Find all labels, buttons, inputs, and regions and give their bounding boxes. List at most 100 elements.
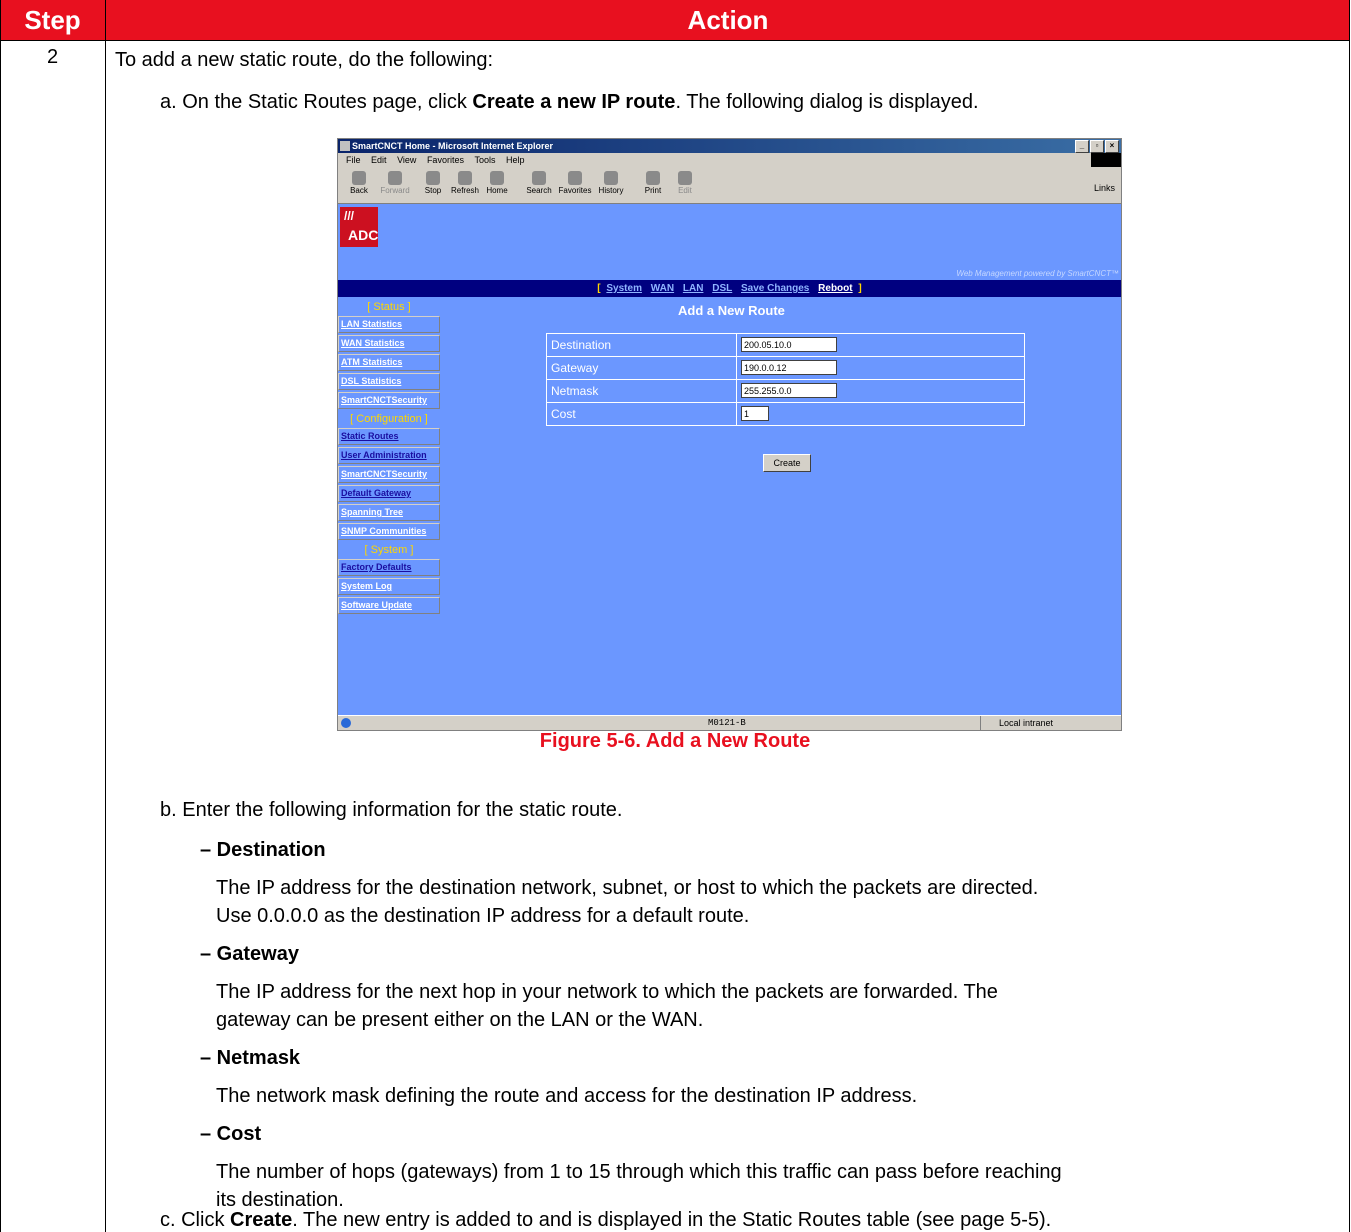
form-row-cost: Cost xyxy=(547,403,1024,425)
browser-title-bar: SmartCNCT Home - Microsoft Internet Expl… xyxy=(338,139,1121,153)
destination-desc-2: Use 0.0.0.0 as the destination IP addres… xyxy=(216,905,750,927)
sidebar-item-wan-statistics[interactable]: WAN Statistics xyxy=(338,335,440,352)
zone-indicator: Local intranet xyxy=(980,716,1121,730)
adc-logo: /// ADC xyxy=(340,207,378,247)
top-navbar: [ System WAN LAN DSL Save Changes Reboot… xyxy=(338,280,1121,297)
form-row-destination: Destination xyxy=(547,334,1024,357)
cost-input[interactable] xyxy=(741,406,769,421)
table-border-left xyxy=(0,0,1,1232)
refresh-icon xyxy=(458,171,472,185)
close-icon[interactable]: × xyxy=(1105,140,1119,153)
nav-wan[interactable]: WAN xyxy=(651,283,674,294)
search-icon xyxy=(532,171,546,185)
sidebar-item-user-administration[interactable]: User Administration xyxy=(338,447,440,464)
sidebar-item-system-log[interactable]: System Log xyxy=(338,578,440,595)
gateway-desc-1: The IP address for the next hop in your … xyxy=(216,981,998,1003)
powered-by: Web Management powered by SmartCNCT™ xyxy=(956,269,1119,278)
gateway-input[interactable] xyxy=(741,360,837,375)
back-icon xyxy=(352,171,366,185)
back-button[interactable]: Back xyxy=(342,169,376,195)
sidebar-item-factory-defaults[interactable]: Factory Defaults xyxy=(338,559,440,576)
step-b: b. Enter the following information for t… xyxy=(160,799,623,821)
search-button[interactable]: Search xyxy=(522,169,556,195)
step-a-bold: Create a new IP route xyxy=(472,91,676,113)
nav-dsl[interactable]: DSL xyxy=(712,283,732,294)
header-action: Action xyxy=(106,0,1350,40)
menu-favorites[interactable]: Favorites xyxy=(427,155,464,165)
nav-lan[interactable]: LAN xyxy=(683,283,704,294)
forward-icon xyxy=(388,171,402,185)
embedded-screenshot: SmartCNCT Home - Microsoft Internet Expl… xyxy=(337,138,1122,731)
sidebar-item-default-gateway[interactable]: Default Gateway xyxy=(338,485,440,502)
sidebar-item-lan-statistics[interactable]: LAN Statistics xyxy=(338,316,440,333)
maximize-icon[interactable]: ▫ xyxy=(1090,140,1104,153)
menu-file[interactable]: File xyxy=(346,155,361,165)
menu-edit[interactable]: Edit xyxy=(371,155,387,165)
step-number: 2 xyxy=(46,46,59,68)
table-border-right xyxy=(1349,0,1350,1232)
form-row-gateway: Gateway xyxy=(547,357,1024,380)
destination-title: – Destination xyxy=(200,839,326,861)
netmask-desc-1: The network mask defining the route and … xyxy=(216,1085,918,1107)
sidebar-heading-configuration: [ Configuration ] xyxy=(350,413,428,425)
destination-input[interactable] xyxy=(741,337,837,352)
edit-button[interactable]: Edit xyxy=(668,169,702,195)
minimize-icon[interactable]: _ xyxy=(1075,140,1089,153)
gateway-title: – Gateway xyxy=(200,943,299,965)
sidebar: [ Status ] LAN Statistics WAN Statistics… xyxy=(338,299,440,616)
nav-system[interactable]: System xyxy=(606,283,642,294)
favorites-icon xyxy=(568,171,582,185)
step-c-suffix: . The new entry is added to and is displ… xyxy=(292,1209,1052,1231)
destination-label: Destination xyxy=(551,338,612,352)
page-title: Add a New Route xyxy=(678,303,785,318)
browser-menubar: File Edit View Favorites Tools Help xyxy=(338,153,1121,167)
intro-text: To add a new static route, do the follow… xyxy=(115,49,494,71)
cost-title: – Cost xyxy=(200,1123,262,1145)
table-column-divider xyxy=(105,0,106,1232)
refresh-button[interactable]: Refresh xyxy=(448,169,482,195)
nav-reboot[interactable]: Reboot xyxy=(818,283,852,294)
step-a-prefix: a. On the Static Routes page, click xyxy=(160,91,473,113)
netmask-input[interactable] xyxy=(741,383,837,398)
netmask-title: – Netmask xyxy=(200,1047,301,1069)
create-button[interactable]: Create xyxy=(763,454,811,472)
menu-help[interactable]: Help xyxy=(506,155,525,165)
form-row-netmask: Netmask xyxy=(547,380,1024,403)
sidebar-item-smartcnct-security-config[interactable]: SmartCNCTSecurity xyxy=(338,466,440,483)
sidebar-item-snmp-communities[interactable]: SNMP Communities xyxy=(338,523,440,540)
stop-button[interactable]: Stop xyxy=(416,169,450,195)
step-c-bold: Create xyxy=(230,1209,293,1231)
sidebar-item-smartcnct-security-status[interactable]: SmartCNCTSecurity xyxy=(338,392,440,409)
nav-save-changes[interactable]: Save Changes xyxy=(741,283,809,294)
print-button[interactable]: Print xyxy=(636,169,670,195)
browser-status-bar: M0121-B Local intranet xyxy=(338,715,1121,730)
step-a-suffix: . The following dialog is displayed. xyxy=(675,91,979,113)
menu-view[interactable]: View xyxy=(397,155,416,165)
favorites-button[interactable]: Favorites xyxy=(558,169,592,195)
history-button[interactable]: History xyxy=(594,169,628,195)
sidebar-item-spanning-tree[interactable]: Spanning Tree xyxy=(338,504,440,521)
sidebar-item-atm-statistics[interactable]: ATM Statistics xyxy=(338,354,440,371)
stop-icon xyxy=(426,171,440,185)
print-icon xyxy=(646,171,660,185)
step-c-prefix: c. Click xyxy=(160,1209,230,1231)
sidebar-item-dsl-statistics[interactable]: DSL Statistics xyxy=(338,373,440,390)
sidebar-heading-status: [ Status ] xyxy=(367,301,411,313)
links-button[interactable]: Links xyxy=(1094,183,1115,193)
gateway-desc-2: gateway can be present either on the LAN… xyxy=(216,1009,704,1031)
sidebar-item-static-routes[interactable]: Static Routes xyxy=(338,428,440,445)
destination-desc-1: The IP address for the destination netwo… xyxy=(216,877,1039,899)
page-icon xyxy=(341,718,351,728)
adc-logo-text: ADC xyxy=(348,227,379,243)
menu-tools[interactable]: Tools xyxy=(474,155,495,165)
forward-button[interactable]: Forward xyxy=(378,169,412,195)
windows-logo-icon xyxy=(1091,153,1121,167)
edit-icon xyxy=(678,171,692,185)
sidebar-item-software-update[interactable]: Software Update xyxy=(338,597,440,614)
home-icon xyxy=(490,171,504,185)
step-a: a. On the Static Routes page, click Crea… xyxy=(160,90,979,114)
netmask-label: Netmask xyxy=(551,384,599,398)
figure-caption: Figure 5-6. Add a New Route xyxy=(539,730,811,752)
ie-icon xyxy=(340,141,350,151)
home-button[interactable]: Home xyxy=(480,169,514,195)
